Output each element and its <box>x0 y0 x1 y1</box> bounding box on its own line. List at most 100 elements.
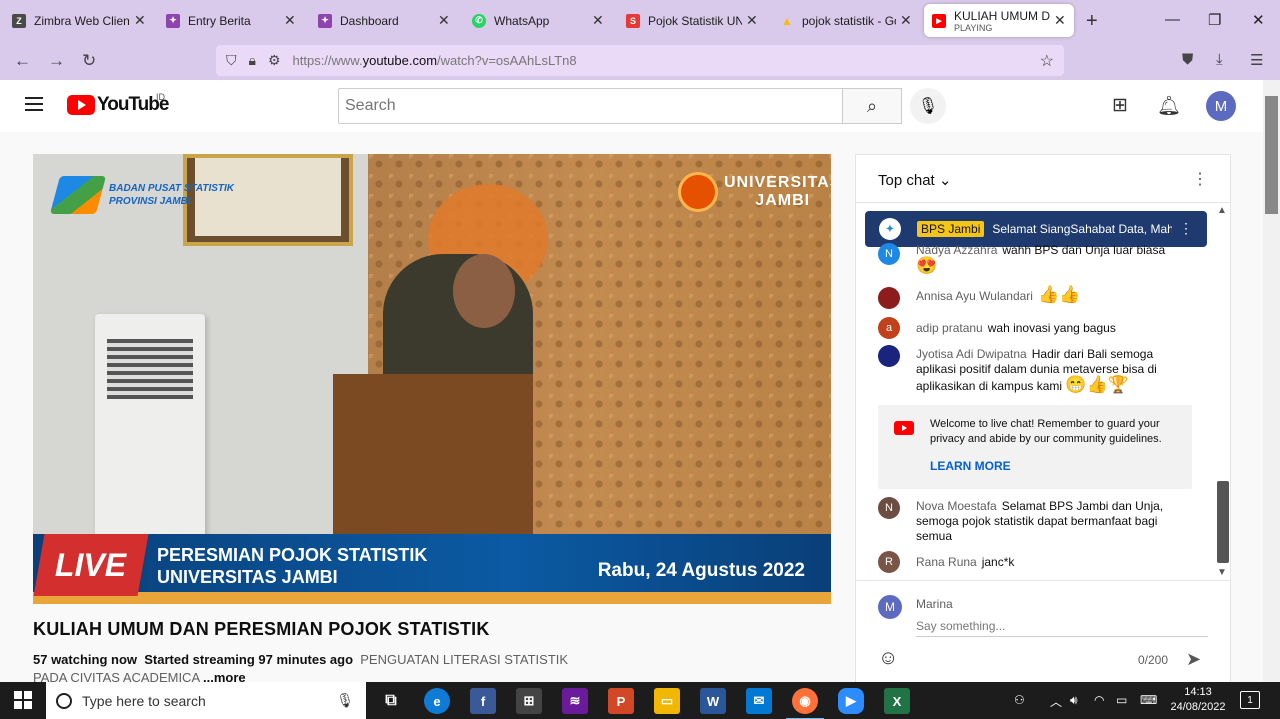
tab-zimbra[interactable]: Z Zimbra Web Client Sign In ✕ <box>4 4 154 37</box>
chat-message-input[interactable]: Say something... <box>916 617 1208 637</box>
battery-icon[interactable]: ▭ <box>1116 693 1127 707</box>
chat-avatar[interactable] <box>878 345 900 367</box>
watching-count: 57 watching now <box>33 652 138 667</box>
download-icon[interactable]: ⤓ <box>1216 51 1223 68</box>
close-icon[interactable]: ✕ <box>1054 12 1066 29</box>
chat-author[interactable]: Jyotisa Adi Dwipatna <box>916 347 1027 361</box>
tab-whatsapp[interactable]: ✆ WhatsApp ✕ <box>464 4 612 37</box>
banner-title: PERESMIAN POJOK STATISTIK UNIVERSITAS JA… <box>157 544 427 588</box>
pinned-options-icon[interactable]: ⋮ <box>1179 220 1193 237</box>
taskbar-search-box[interactable]: Type here to search 🎙︎ <box>46 682 366 719</box>
permissions-icon[interactable]: ⚙ <box>268 52 281 69</box>
voice-search-button[interactable]: 🎙︎ <box>910 88 946 124</box>
wifi-icon[interactable]: ◠ <box>1094 693 1104 707</box>
microphone-icon[interactable]: 🎙︎ <box>336 692 354 709</box>
account-avatar[interactable]: M <box>1206 91 1236 121</box>
chat-avatar[interactable]: R <box>878 551 900 573</box>
back-arrow-icon[interactable]: ← <box>14 51 31 71</box>
scroll-down-icon[interactable]: ▼ <box>1217 567 1227 578</box>
tab-entry-berita[interactable]: ✦ Entry Berita ✕ <box>158 4 304 37</box>
page-scrollbar[interactable] <box>1263 80 1280 682</box>
chat-avatar[interactable]: N <box>878 243 900 265</box>
windows-taskbar: Type here to search 🎙︎ ⧉ e f ⊞ ≋ P ▭ W ✉… <box>0 682 1280 719</box>
guide-menu-icon[interactable] <box>25 97 43 111</box>
chat-author[interactable]: Nadya Azzahra <box>916 243 997 257</box>
emoji-picker-icon[interactable]: ☺ <box>878 647 898 670</box>
people-icon[interactable]: ⚇ <box>1014 693 1025 707</box>
shield-icon[interactable]: ⛉ <box>226 52 237 69</box>
action-center-icon[interactable]: 1 <box>1240 691 1260 709</box>
chat-avatar[interactable]: a <box>878 317 900 339</box>
close-icon[interactable]: ✕ <box>746 12 758 29</box>
facebook-icon[interactable]: f <box>470 688 496 714</box>
chat-scroll-thumb[interactable] <box>1217 481 1229 563</box>
youtube-logo[interactable]: YouTube ID <box>67 92 169 116</box>
address-bar[interactable]: ⛉ 🔒︎ ⚙ https://www.youtube.com/watch?v=o… <box>216 45 1064 76</box>
edge-icon[interactable]: e <box>424 688 450 714</box>
bookmark-star-icon[interactable]: ☆ <box>1040 51 1054 71</box>
page-scroll-thumb[interactable] <box>1265 96 1278 214</box>
tab-pojok-statistik-unja[interactable]: S Pojok Statistik UNJA ✕ <box>618 4 766 37</box>
file-explorer-icon[interactable]: ▭ <box>654 688 680 714</box>
chat-avatar[interactable]: N <box>878 497 900 519</box>
mail-icon[interactable]: ✉ <box>746 688 772 714</box>
volume-icon[interactable]: 🔊︎ <box>1070 693 1078 708</box>
chat-scrollbar[interactable]: ▲ ▼ <box>1214 203 1230 579</box>
notifications-bell-icon[interactable]: 🔔︎ <box>1157 94 1181 118</box>
chat-message: N Nova Moestafa Selamat BPS Jambi dan Unj… <box>878 497 1178 544</box>
chat-author[interactable]: Nova Moestafa <box>916 499 997 513</box>
forward-arrow-icon[interactable]: → <box>48 51 65 71</box>
search-button[interactable]: ⌕ <box>842 88 902 124</box>
tab-label: Pojok Statistik UNJA <box>648 13 742 28</box>
excel-icon[interactable]: X <box>884 688 910 714</box>
tab-google-drive[interactable]: ▲ pojok statistik - Google Drive ✕ <box>772 4 920 37</box>
chat-options-icon[interactable]: ⋮ <box>1192 169 1208 189</box>
learn-more-link[interactable]: LEARN MORE <box>930 459 1011 473</box>
chat-author[interactable]: Rana Runa <box>916 555 977 569</box>
cortana-icon <box>56 692 72 709</box>
close-icon[interactable]: ✕ <box>592 12 604 29</box>
s-icon: S <box>626 13 640 28</box>
pocket-icon[interactable]: ⛊ <box>1182 51 1193 68</box>
store-icon[interactable]: ⊞ <box>516 688 542 714</box>
windows-start-icon[interactable] <box>14 691 32 709</box>
chat-mode-dropdown[interactable]: Top chat ⌄ <box>878 171 951 189</box>
lock-icon[interactable]: 🔒︎ <box>249 52 256 69</box>
zoom-icon[interactable]: ▶ <box>838 688 864 714</box>
chat-author[interactable]: Annisa Ayu Wulandari <box>916 289 1033 303</box>
chat-text: wahh BPS dan Unja luar biasa <box>1002 243 1166 257</box>
reload-icon[interactable]: ↻ <box>82 51 96 71</box>
chat-avatar[interactable] <box>878 287 900 309</box>
media-app-icon[interactable]: ≋ <box>562 688 588 714</box>
microphone-icon: 🎙︎ <box>917 98 939 115</box>
search-input[interactable]: Search <box>338 88 843 124</box>
task-view-icon[interactable]: ⧉ <box>378 688 404 714</box>
menu-icon[interactable]: ☰ <box>1250 51 1263 69</box>
thumbs-up-emoji: 👍👍 <box>1037 285 1081 304</box>
minimize-button[interactable]: — <box>1165 11 1180 28</box>
close-icon[interactable]: ✕ <box>900 12 912 29</box>
send-icon[interactable]: ➤ <box>1186 649 1201 670</box>
word-icon[interactable]: W <box>700 688 726 714</box>
scroll-up-icon[interactable]: ▲ <box>1217 205 1227 216</box>
keyboard-icon[interactable]: ⌨ <box>1140 693 1157 707</box>
maximize-button[interactable]: ❐ <box>1208 11 1221 29</box>
youtube-icon <box>894 421 914 435</box>
browser-tab-strip: Z Zimbra Web Client Sign In ✕ ✦ Entry Be… <box>0 0 1280 41</box>
url-text[interactable]: https://www.youtube.com/watch?v=osAAhLsL… <box>293 53 577 68</box>
close-window-button[interactable]: ✕ <box>1252 11 1265 29</box>
close-icon[interactable]: ✕ <box>284 12 296 29</box>
close-icon[interactable]: ✕ <box>134 12 146 29</box>
pinned-message[interactable]: ✦ BPS Jambi Selamat SiangSahabat Data, M… <box>865 211 1207 247</box>
close-icon[interactable]: ✕ <box>438 12 450 29</box>
firefox-icon[interactable]: ◉ <box>786 688 824 719</box>
tab-youtube-active[interactable]: ▶ KULIAH UMUM DAN PERESMIAN PLAYING ✕ <box>924 4 1074 37</box>
chat-author[interactable]: adip pratanu <box>916 321 983 335</box>
tab-dashboard[interactable]: ✦ Dashboard ✕ <box>310 4 458 37</box>
powerpoint-icon[interactable]: P <box>608 688 634 714</box>
chevron-up-icon[interactable]: ︿ <box>1050 693 1062 710</box>
create-video-icon[interactable]: ⊞ <box>1112 94 1128 117</box>
taskbar-clock[interactable]: 14:13 24/08/2022 <box>1168 685 1228 715</box>
new-tab-button[interactable]: + <box>1086 10 1098 33</box>
video-player[interactable]: BADAN PUSAT STATISTIK PROVINSI JAMBI UNI… <box>33 154 831 604</box>
